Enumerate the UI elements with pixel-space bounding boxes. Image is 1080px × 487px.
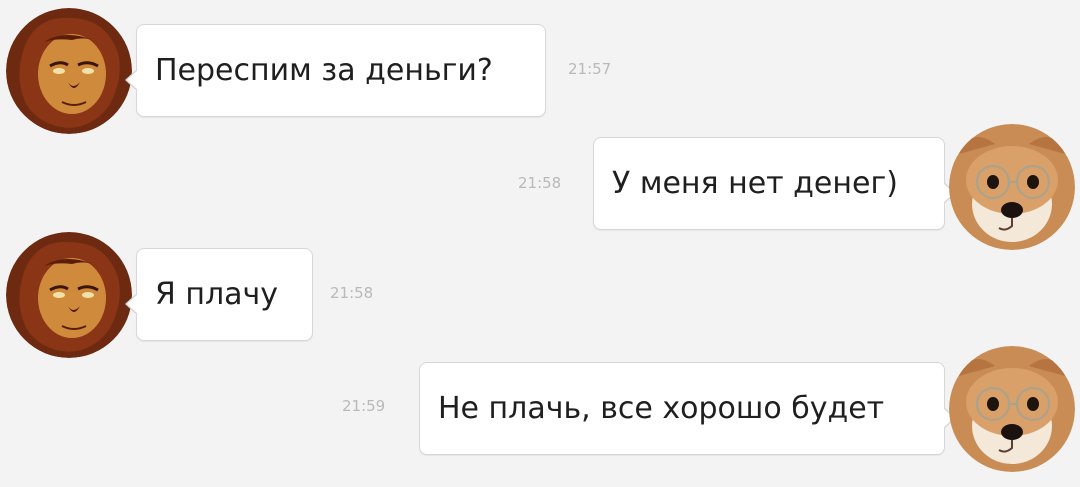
- message-text: Я плачу: [155, 277, 279, 312]
- dog-with-glasses-avatar-icon[interactable]: [949, 346, 1075, 472]
- lion-avatar-icon[interactable]: [6, 8, 132, 134]
- dog-with-glasses-avatar-icon[interactable]: [949, 124, 1075, 250]
- message-bubble[interactable]: Переспим за деньги?: [125, 24, 546, 117]
- message-text: Переспим за деньги?: [155, 53, 493, 88]
- message-bubble[interactable]: Я плачу: [125, 248, 313, 341]
- lion-avatar-icon[interactable]: [6, 232, 132, 358]
- message-timestamp: 21:57: [568, 60, 612, 78]
- message-timestamp: 21:59: [342, 397, 386, 415]
- message-bubble[interactable]: У меня нет денег): [593, 137, 956, 230]
- message-timestamp: 21:58: [518, 174, 562, 192]
- message-bubble[interactable]: Не плачь, все хорошо будет: [419, 362, 956, 455]
- message-text: Не плачь, все хорошо будет: [438, 391, 885, 426]
- message-timestamp: 21:58: [330, 284, 374, 302]
- message-text: У меня нет денег): [612, 166, 898, 201]
- chat-thread: Переспим за деньги? 21:57 21:58 У меня н…: [0, 0, 1080, 487]
